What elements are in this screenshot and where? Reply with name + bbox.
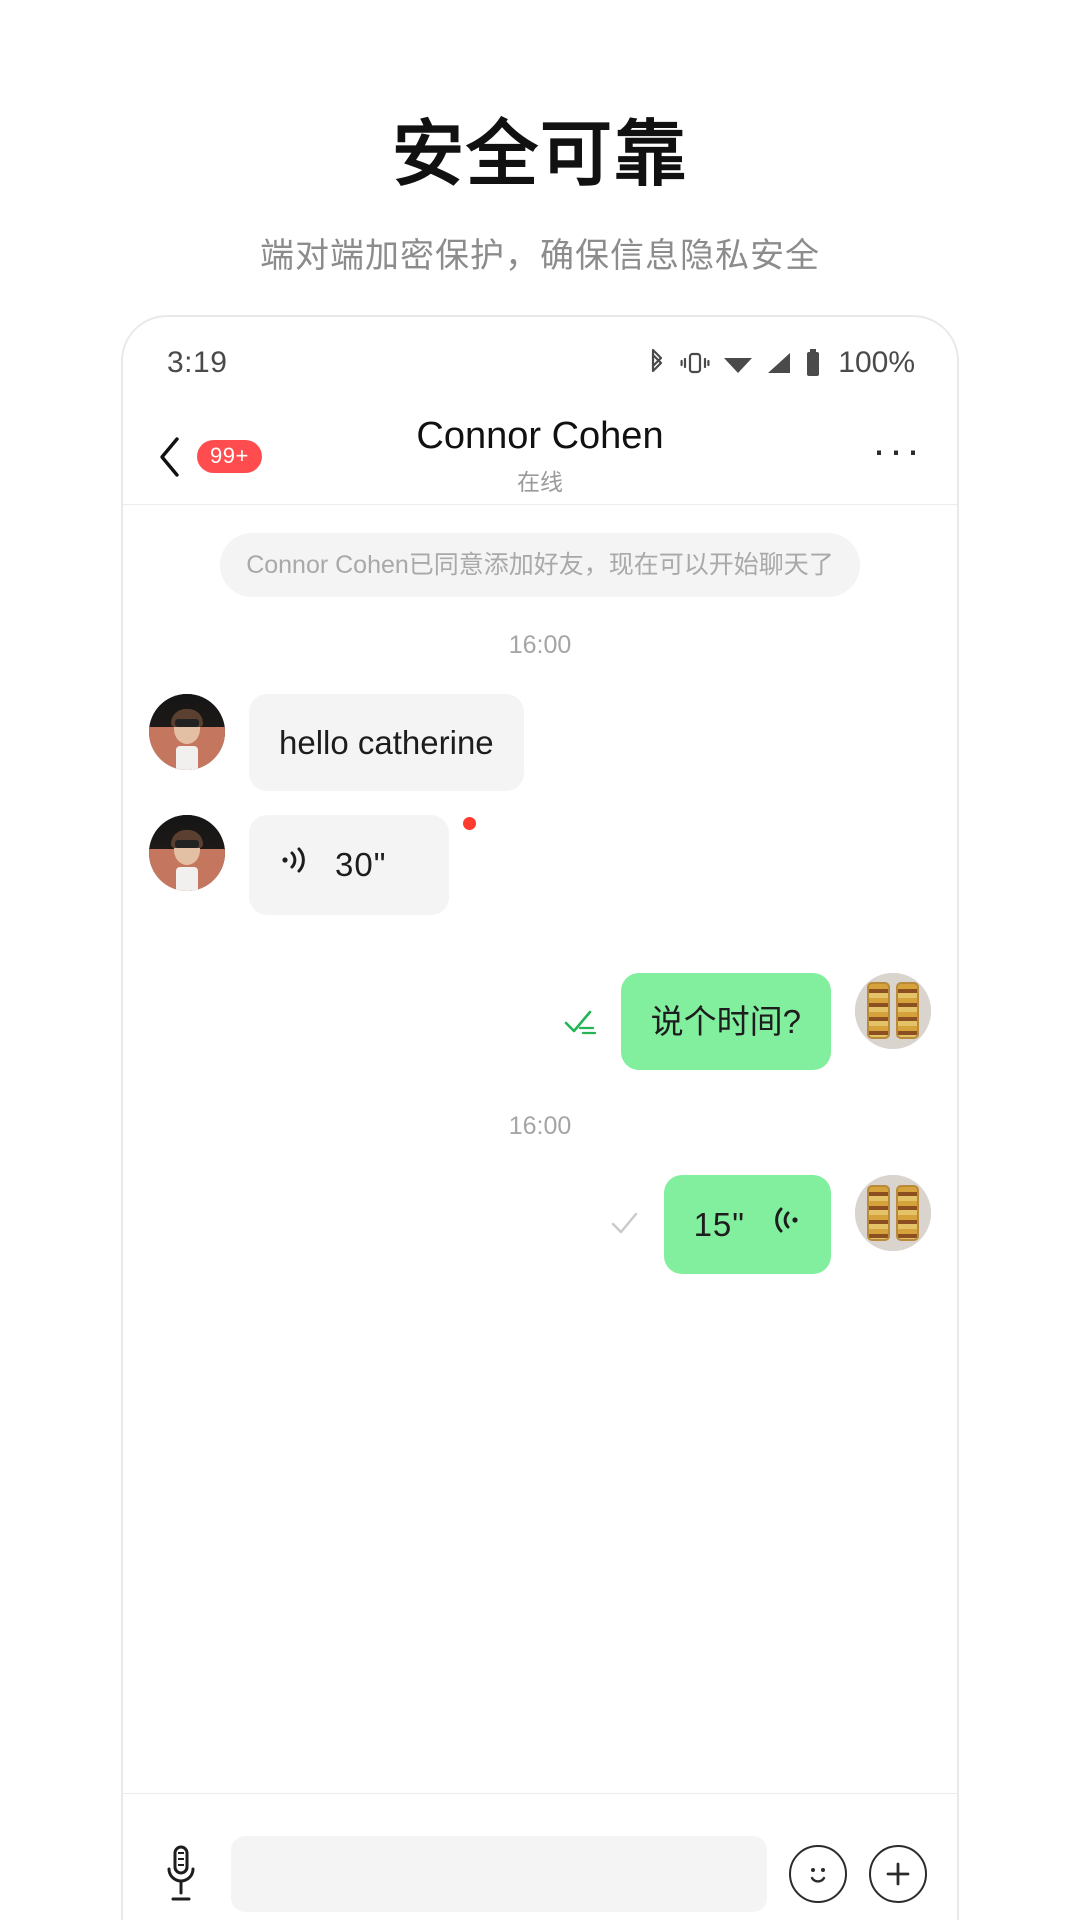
- page-title: 安全可靠: [391, 115, 688, 195]
- header-left-group: 99+: [157, 436, 262, 478]
- system-message-row: Connor Cohen已同意添加好友，现在可以开始聊天了: [149, 533, 931, 597]
- voice-duration: 15": [693, 1205, 745, 1243]
- status-bar-time: 3:19: [167, 346, 228, 379]
- battery-icon: [805, 349, 821, 377]
- promo-screenshot-page: 安全可靠 端对端加密保护，确保信息隐私安全 3:19 100% 99+ Conn…: [0, 0, 1080, 1920]
- promo-header: 安全可靠 端对端加密保护，确保信息隐私安全: [0, 0, 1080, 277]
- avatar[interactable]: [855, 1174, 931, 1251]
- timestamp-divider-1: 16:00: [508, 631, 572, 659]
- message-text-input[interactable]: [231, 1835, 767, 1912]
- voice-duration: 30": [335, 846, 387, 884]
- microphone-icon[interactable]: [153, 1843, 209, 1905]
- chat-header: 99+ Connor Cohen 在线 ···: [123, 409, 957, 505]
- more-options-icon[interactable]: ···: [872, 429, 923, 474]
- sound-wave-icon: [279, 843, 313, 886]
- avatar[interactable]: [149, 815, 225, 892]
- message-row-outgoing-text[interactable]: 说个时间?: [149, 972, 931, 1070]
- wifi-icon: [723, 351, 753, 375]
- avatar[interactable]: [149, 694, 225, 770]
- system-message: Connor Cohen已同意添加好友，现在可以开始聊天了: [220, 533, 860, 597]
- timestamp-divider-2: 16:00: [508, 1111, 572, 1140]
- avatar[interactable]: [855, 972, 931, 1049]
- vibrate-icon: [680, 349, 710, 377]
- message-row-outgoing-voice[interactable]: 15": [149, 1174, 931, 1274]
- unread-dot: [463, 817, 476, 831]
- status-bar: 3:19 100%: [123, 317, 957, 409]
- battery-percent: 100%: [838, 346, 915, 379]
- message-bubble[interactable]: 说个时间?: [620, 972, 831, 1070]
- read-receipt-double-check-icon: [563, 973, 601, 1037]
- contact-online-status: 在线: [517, 469, 563, 496]
- phone-mockup: 3:19 100% 99+ Connor Cohen 在线 ··· Connor…: [121, 315, 959, 1920]
- message-input-bar: [123, 1793, 957, 1920]
- voice-message-bubble[interactable]: 15": [663, 1174, 831, 1274]
- page-subtitle: 端对端加密保护，确保信息隐私安全: [260, 236, 820, 275]
- voice-message-bubble[interactable]: 30": [249, 815, 449, 915]
- unread-badge[interactable]: 99+: [197, 440, 262, 473]
- plus-icon[interactable]: [869, 1844, 927, 1903]
- bluetooth-icon: [647, 348, 667, 378]
- back-chevron-icon[interactable]: [157, 436, 183, 478]
- message-row-incoming-text[interactable]: hello catherine: [149, 694, 931, 792]
- message-row-incoming-voice[interactable]: 30": [149, 815, 931, 915]
- contact-name: Connor Cohen: [416, 414, 664, 457]
- message-bubble[interactable]: hello catherine: [249, 694, 524, 792]
- sound-wave-icon: [767, 1203, 801, 1246]
- message-list[interactable]: Connor Cohen已同意添加好友，现在可以开始聊天了 16:00 hell…: [123, 505, 957, 1675]
- signal-icon: [766, 351, 792, 375]
- smiley-icon[interactable]: [789, 1844, 847, 1903]
- sent-receipt-check-icon: [610, 1175, 644, 1237]
- status-bar-icons: 100%: [647, 346, 915, 380]
